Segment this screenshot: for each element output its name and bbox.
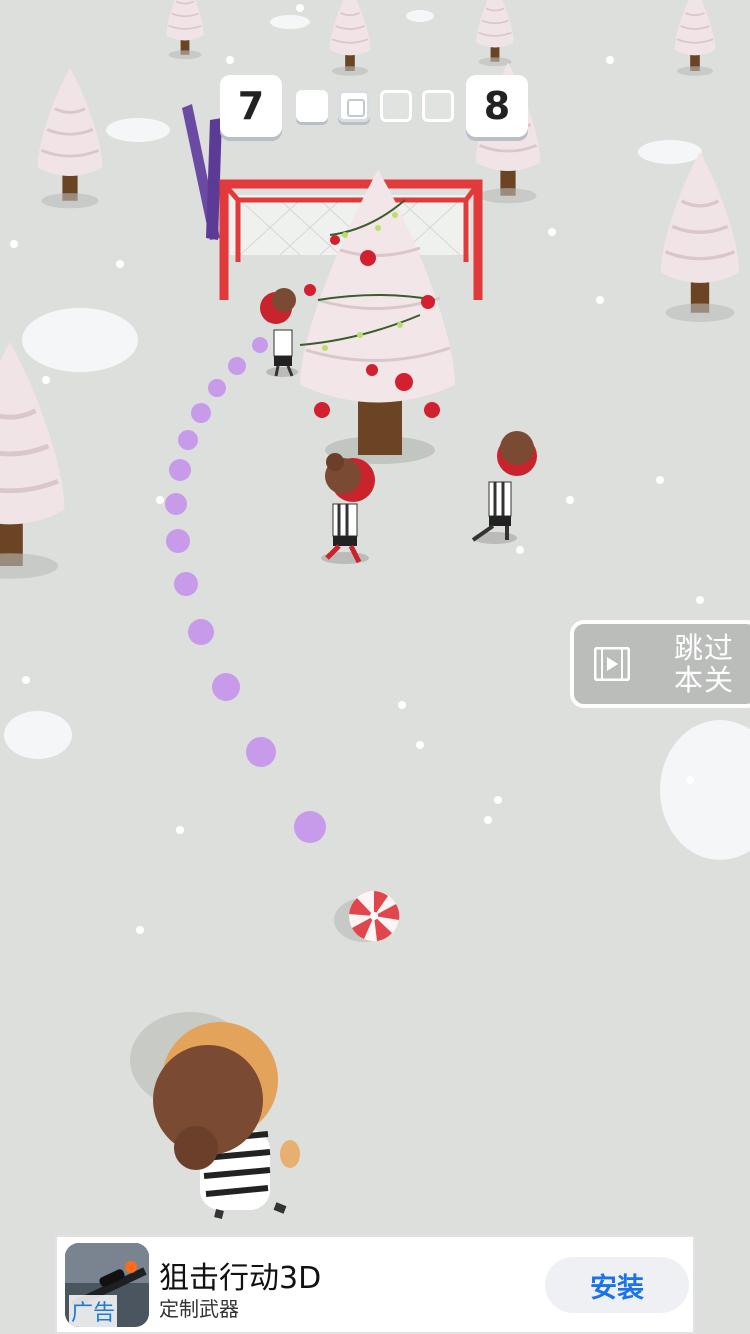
skip-level-button[interactable]: 跳过 本关 [570, 620, 750, 708]
trajectory-dot [169, 459, 191, 481]
trajectory-dot [166, 529, 190, 553]
snowflake [136, 926, 144, 934]
video-icon [594, 647, 630, 681]
trajectory-dot [191, 403, 211, 423]
snowflake [116, 260, 124, 268]
snowflake [156, 496, 164, 504]
trajectory-dot [208, 379, 226, 397]
trajectory-dot [188, 619, 214, 645]
current-level-badge: 7 [220, 75, 282, 137]
snowflake [548, 228, 556, 236]
player-character [130, 1012, 300, 1219]
snowflake [656, 476, 664, 484]
snowflake [10, 240, 18, 248]
ad-app-icon[interactable]: 广告 [65, 1243, 149, 1327]
stage-indicator-2 [338, 90, 370, 122]
skip-level-label: 跳过 本关 [674, 631, 735, 697]
snowflake [42, 376, 50, 384]
trajectory-dot [294, 811, 326, 843]
snowflake [398, 701, 406, 709]
snowflake [516, 546, 524, 554]
stage-indicator-4 [422, 90, 454, 122]
snowflake [226, 56, 234, 64]
snowflake [484, 816, 492, 824]
defender-3 [471, 431, 537, 544]
stage-indicator-3 [380, 90, 412, 122]
trajectory-dot [228, 357, 246, 375]
trajectory-dot [178, 430, 198, 450]
snowflake [176, 826, 184, 834]
shot-trajectory [165, 337, 326, 843]
defender-2 [321, 453, 375, 564]
trajectory-dot [212, 673, 240, 701]
ad-title: 狙击行动3D [159, 1261, 322, 1296]
snowflake [566, 496, 574, 504]
snowflake [596, 296, 604, 304]
install-button[interactable]: 安装 [545, 1257, 689, 1313]
snowflake [686, 776, 694, 784]
purple-sticks [182, 104, 222, 240]
snowflake [22, 676, 30, 684]
trajectory-dot [174, 572, 198, 596]
trajectory-dot [165, 493, 187, 515]
ad-subtitle: 定制武器 [159, 1297, 239, 1321]
snowflake [494, 796, 502, 804]
next-level-badge: 8 [466, 75, 528, 137]
peppermint-ball[interactable] [334, 891, 400, 942]
trajectory-dot [246, 737, 276, 767]
snowflake [416, 741, 424, 749]
snowflake [696, 596, 704, 604]
defender-1 [260, 288, 298, 377]
trajectory-dot [252, 337, 268, 353]
ad-banner[interactable]: 广告 狙击行动3D 定制武器 安装 [55, 1235, 695, 1334]
snowflake [606, 56, 614, 64]
ad-tag: 广告 [69, 1295, 118, 1327]
stage-indicator-1 [296, 90, 328, 122]
